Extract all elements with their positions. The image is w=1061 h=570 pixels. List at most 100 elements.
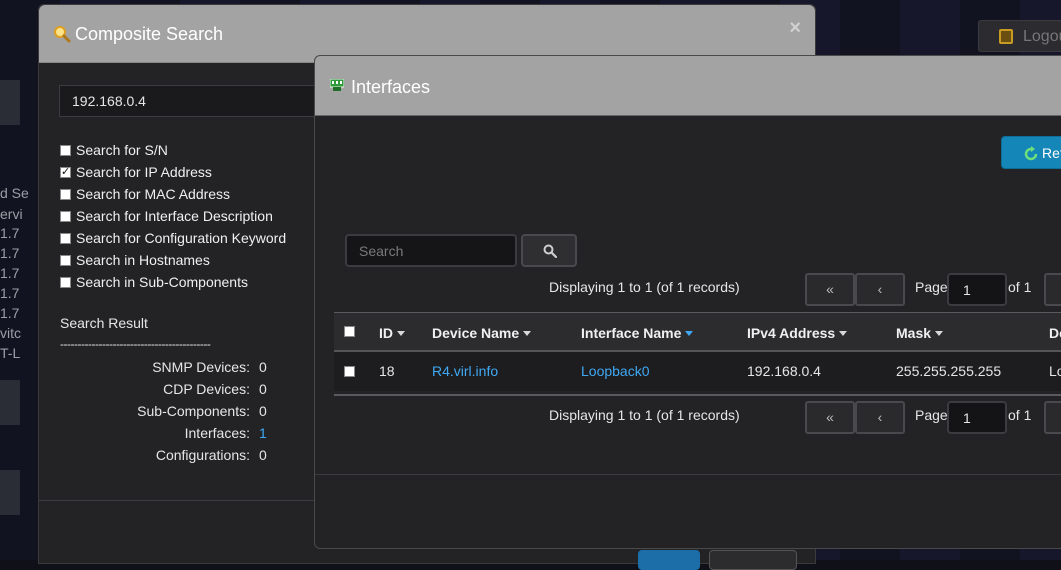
sort-arrow-icon bbox=[839, 331, 848, 336]
checkbox[interactable] bbox=[60, 210, 71, 222]
page-number-input[interactable] bbox=[947, 401, 1007, 434]
logout-label: Logou bbox=[1023, 28, 1061, 45]
secondary-footer-button[interactable] bbox=[709, 550, 797, 570]
cell-ipv4-address: 192.168.0.4 bbox=[747, 363, 821, 379]
background-side-panel bbox=[0, 380, 20, 425]
first-page-button[interactable]: « bbox=[805, 401, 855, 434]
refresh-icon bbox=[1024, 146, 1038, 161]
column-description[interactable]: De bbox=[1049, 325, 1061, 341]
cell-description: Lo bbox=[1049, 363, 1061, 379]
page-label: Page bbox=[915, 279, 948, 295]
composite-search-title: Composite Search bbox=[75, 24, 224, 44]
first-page-button[interactable]: « bbox=[805, 273, 855, 306]
result-label: Sub-Components: bbox=[137, 403, 250, 419]
checkbox-checked[interactable] bbox=[60, 165, 71, 178]
checkbox[interactable] bbox=[60, 232, 71, 244]
column-label: IPv4 Address bbox=[747, 325, 836, 341]
column-label: ID bbox=[379, 325, 393, 341]
option-search-mac-address[interactable]: Search for MAC Address bbox=[60, 186, 230, 202]
sort-arrow-icon bbox=[935, 331, 944, 336]
option-label: Search for S/N bbox=[76, 142, 168, 158]
background-side-panel bbox=[0, 470, 20, 515]
logout-icon bbox=[999, 29, 1013, 44]
column-ipv4-address[interactable]: IPv4 Address bbox=[747, 325, 848, 341]
next-page-button[interactable] bbox=[1044, 273, 1061, 306]
primary-footer-button[interactable] bbox=[638, 550, 700, 570]
logout-button[interactable]: Logou bbox=[978, 20, 1061, 52]
background-text: T-L bbox=[0, 345, 21, 361]
refresh-button[interactable]: Ref bbox=[1001, 136, 1061, 169]
column-label: Device Name bbox=[432, 325, 520, 341]
background-text: 1.7 bbox=[0, 265, 20, 281]
row-checkbox[interactable] bbox=[344, 366, 355, 377]
background-text: 1.7 bbox=[0, 285, 20, 301]
option-label: Search for Configuration Keyword bbox=[76, 230, 287, 246]
cell-id: 18 bbox=[379, 363, 395, 379]
result-value: 0 bbox=[259, 403, 267, 419]
result-value: 0 bbox=[259, 381, 267, 397]
next-page-button[interactable] bbox=[1044, 401, 1061, 434]
sort-arrow-icon bbox=[523, 331, 532, 336]
column-label: De bbox=[1049, 325, 1061, 341]
prev-page-button[interactable]: ‹ bbox=[855, 401, 905, 434]
checkbox[interactable] bbox=[60, 188, 71, 200]
option-search-sub-components[interactable]: Search in Sub-Components bbox=[60, 274, 248, 290]
close-icon[interactable]: × bbox=[789, 17, 801, 40]
cell-mask: 255.255.255.255 bbox=[896, 363, 1002, 379]
column-id[interactable]: ID bbox=[379, 325, 405, 341]
result-label: Interfaces: bbox=[184, 425, 250, 441]
option-label: Search in Sub-Components bbox=[76, 274, 248, 290]
prev-page-button[interactable]: ‹ bbox=[855, 273, 905, 306]
page-number-input[interactable] bbox=[947, 273, 1007, 306]
option-label: Search for IP Address bbox=[76, 164, 212, 180]
background-side-panel bbox=[0, 80, 20, 125]
checkbox[interactable] bbox=[60, 144, 71, 156]
checkbox[interactable] bbox=[60, 254, 71, 266]
column-label: Mask bbox=[896, 325, 932, 341]
cell-device-name-link[interactable]: R4.virl.info bbox=[432, 363, 498, 379]
option-search-interface-description[interactable]: Search for Interface Description bbox=[60, 208, 273, 224]
search-result-title: Search Result bbox=[60, 315, 148, 331]
dialog-footer-divider bbox=[315, 474, 1061, 475]
cell-interface-name-link[interactable]: Loopback0 bbox=[581, 363, 650, 379]
select-all-checkbox[interactable] bbox=[344, 326, 355, 337]
table-row[interactable]: 18 R4.virl.info Loopback0 192.168.0.4 25… bbox=[334, 352, 1061, 391]
page-total-label: of 1 bbox=[1008, 279, 1032, 295]
background-text: d Se bbox=[0, 185, 29, 201]
refresh-label: Ref bbox=[1042, 145, 1061, 161]
column-device-name[interactable]: Device Name bbox=[432, 325, 532, 341]
option-search-configuration-keyword[interactable]: Search for Configuration Keyword bbox=[60, 230, 286, 246]
search-icon bbox=[543, 244, 557, 258]
sort-arrow-icon bbox=[397, 331, 405, 336]
option-label: Search in Hostnames bbox=[76, 252, 210, 268]
background-text: vitc bbox=[0, 325, 21, 341]
result-value: 0 bbox=[259, 447, 267, 463]
option-search-sn[interactable]: Search for S/N bbox=[60, 142, 168, 158]
display-count-bottom: Displaying 1 to 1 (of 1 records) bbox=[549, 407, 740, 423]
table-header: ID Device Name Interface Name IPv4 Addre… bbox=[334, 313, 1061, 352]
result-interfaces-link[interactable]: 1 bbox=[259, 425, 267, 441]
option-label: Search for MAC Address bbox=[76, 186, 231, 202]
result-value: 0 bbox=[259, 359, 267, 375]
column-label: Interface Name bbox=[581, 325, 682, 341]
interfaces-title: Interfaces bbox=[351, 77, 431, 97]
search-result-separator: ----------------------------------------… bbox=[60, 337, 211, 351]
background-text: 1.7 bbox=[0, 225, 20, 241]
result-label: SNMP Devices: bbox=[152, 359, 250, 375]
background-text: ervi bbox=[0, 206, 23, 222]
column-mask[interactable]: Mask bbox=[896, 325, 944, 341]
sort-arrow-active-icon bbox=[685, 331, 694, 336]
option-search-ip-address[interactable]: Search for IP Address bbox=[60, 164, 212, 180]
magnifier-icon bbox=[54, 26, 71, 43]
option-search-hostnames[interactable]: Search in Hostnames bbox=[60, 252, 210, 268]
background-text: 1.7 bbox=[0, 305, 20, 321]
search-input[interactable] bbox=[345, 234, 517, 267]
checkbox[interactable] bbox=[60, 276, 71, 288]
page-total-label: of 1 bbox=[1008, 407, 1032, 423]
column-interface-name[interactable]: Interface Name bbox=[581, 325, 694, 341]
page-label: Page bbox=[915, 407, 948, 423]
search-button[interactable] bbox=[521, 234, 577, 267]
background-text: 1.7 bbox=[0, 245, 20, 261]
option-label: Search for Interface Description bbox=[76, 208, 273, 224]
interfaces-header: Interfaces bbox=[315, 56, 1061, 116]
